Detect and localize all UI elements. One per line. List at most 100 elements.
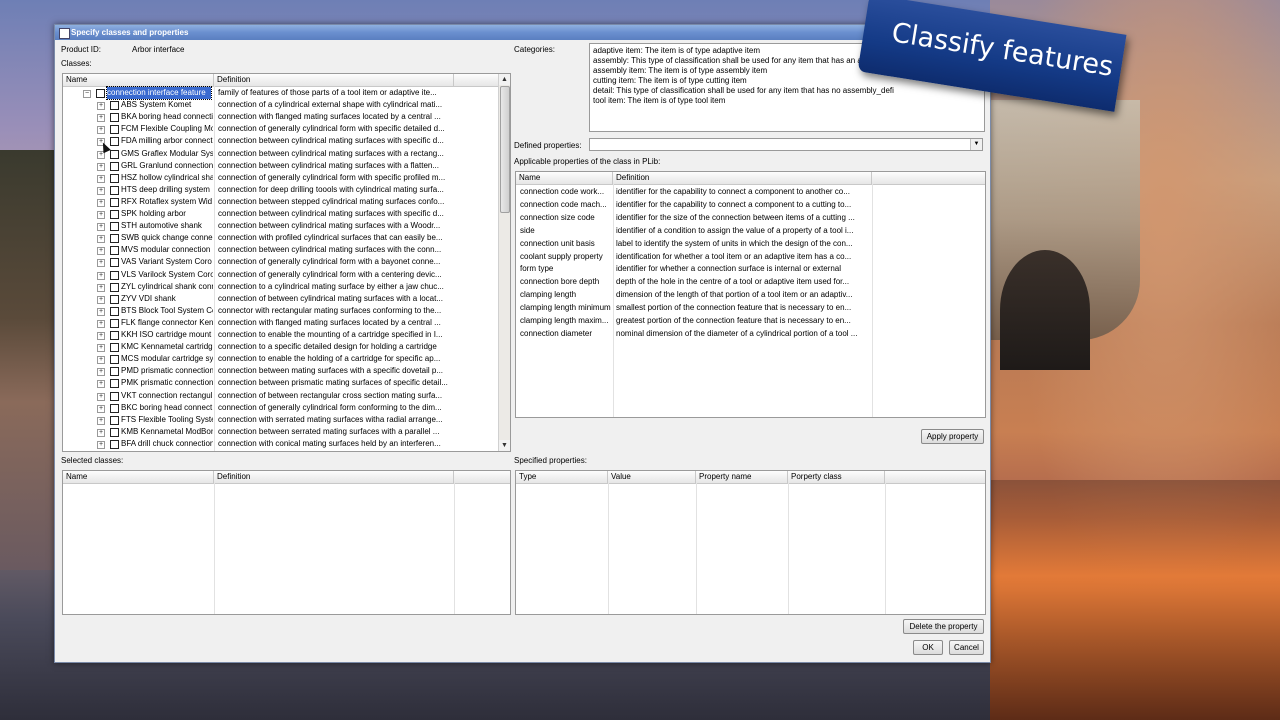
tree-row[interactable]: + HSZ hollow cylindrical sha connection of…	[63, 172, 501, 184]
tree-row[interactable]: + KKH ISO cartridge mount connection to en…	[63, 329, 501, 341]
class-checkbox[interactable]	[110, 331, 119, 340]
class-checkbox[interactable]	[110, 415, 119, 425]
expand-icon[interactable]: +	[97, 319, 105, 328]
tree-row[interactable]: + PMD prismatic connection connection betw…	[63, 365, 501, 377]
class-checkbox[interactable]	[110, 427, 119, 437]
expand-icon[interactable]: +	[97, 235, 105, 244]
class-checkbox[interactable]	[110, 197, 119, 207]
class-checkbox[interactable]	[96, 89, 105, 98]
property-row[interactable]: clamping length maxim... greatest portion…	[516, 314, 982, 327]
class-checkbox[interactable]	[110, 125, 119, 135]
expand-icon[interactable]: +	[97, 174, 105, 183]
expand-icon[interactable]: +	[97, 223, 105, 232]
tree-row[interactable]: + BFA drill chuck connection connection wi…	[63, 438, 501, 450]
property-row[interactable]: clamping length dimension of the length o…	[516, 288, 982, 301]
class-checkbox[interactable]	[110, 403, 119, 413]
tree-row[interactable]: + BKC boring head connect connection of ge…	[63, 402, 501, 414]
expand-icon[interactable]: +	[97, 416, 105, 425]
column-definition[interactable]: Definition	[613, 172, 872, 184]
tree-row[interactable]: + ZYV VDI shank connection of between cyli…	[63, 293, 501, 305]
tree-row[interactable]: + PMK prismatic connection connection betw…	[63, 377, 501, 389]
column-property-class[interactable]: Porperty class	[788, 471, 885, 483]
collapse-icon[interactable]: −	[83, 90, 91, 98]
column-name[interactable]: Name	[63, 74, 214, 86]
property-row[interactable]: connection code mach... identifier for th…	[516, 198, 982, 211]
column-definition[interactable]: Definition	[214, 471, 454, 483]
classes-scrollbar[interactable]: ▲ ▼	[498, 74, 510, 451]
expand-icon[interactable]: +	[97, 186, 105, 195]
class-checkbox[interactable]	[110, 343, 119, 353]
scroll-thumb[interactable]	[500, 86, 510, 213]
class-checkbox[interactable]	[110, 391, 119, 401]
scroll-down-icon[interactable]: ▼	[499, 440, 510, 451]
expand-icon[interactable]: +	[97, 247, 105, 256]
property-row[interactable]: connection unit basis label to identify t…	[516, 237, 982, 250]
class-checkbox[interactable]	[110, 246, 119, 256]
expand-icon[interactable]: +	[97, 332, 105, 340]
expand-icon[interactable]: +	[97, 283, 105, 292]
expand-icon[interactable]: +	[97, 344, 105, 353]
property-row[interactable]: side identifier of a condition to assign …	[516, 224, 982, 237]
expand-icon[interactable]: +	[97, 368, 105, 377]
class-checkbox[interactable]	[110, 234, 119, 244]
tree-row[interactable]: + FTS Flexible Tooling Syste connection wi…	[63, 414, 501, 426]
tree-row[interactable]: + VLS Varilock System Coro connection of g…	[63, 269, 501, 281]
expand-icon[interactable]: +	[97, 114, 105, 123]
column-name[interactable]: Name	[516, 172, 613, 184]
applicable-properties-grid[interactable]: Name Definition connection code work... i…	[515, 171, 986, 418]
property-row[interactable]: connection size code identifier for the s…	[516, 211, 982, 224]
tree-row[interactable]: + HTS deep drilling system connection for …	[63, 184, 501, 196]
column-value[interactable]: Value	[608, 471, 696, 483]
delete-property-button[interactable]: Delete the property	[903, 619, 984, 634]
expand-icon[interactable]: +	[97, 198, 105, 207]
expand-icon[interactable]: +	[97, 307, 105, 316]
tree-row[interactable]: + ABS System Komet connection of a cylindr…	[63, 99, 501, 111]
class-checkbox[interactable]	[110, 149, 119, 159]
property-row[interactable]: connection diameter nominal dimension of …	[516, 327, 982, 340]
tree-row[interactable]: + BKA boring head connecti connection with…	[63, 111, 501, 123]
expand-icon[interactable]: +	[97, 428, 105, 437]
class-checkbox[interactable]	[110, 222, 119, 232]
apply-property-button[interactable]: Apply property	[921, 429, 984, 444]
class-checkbox[interactable]	[110, 101, 119, 111]
expand-icon[interactable]: +	[97, 259, 105, 268]
tree-row[interactable]: + KMB Kennametal ModBore connection betwee…	[63, 426, 501, 438]
class-checkbox[interactable]	[110, 379, 119, 389]
tree-row[interactable]: + SWB quick change conne connection with p…	[63, 232, 501, 244]
tree-row[interactable]: + BTS Block Tool System Co connector with …	[63, 305, 501, 317]
tree-row[interactable]: + FDA milling arbor connect connection bet…	[63, 135, 501, 147]
ok-button[interactable]: OK	[913, 640, 943, 655]
defined-properties-select[interactable]: ▼	[589, 138, 983, 151]
tree-row[interactable]: + GRL Granlund connection connection betwe…	[63, 160, 501, 172]
class-checkbox[interactable]	[110, 282, 119, 292]
class-checkbox[interactable]	[110, 306, 119, 316]
property-row[interactable]: coolant supply property identification fo…	[516, 250, 982, 263]
class-checkbox[interactable]	[110, 439, 119, 449]
column-name[interactable]: Name	[63, 471, 214, 483]
class-checkbox[interactable]	[110, 318, 119, 328]
expand-icon[interactable]: +	[97, 126, 105, 135]
class-checkbox[interactable]	[110, 294, 119, 304]
expand-icon[interactable]: +	[97, 271, 105, 280]
column-definition[interactable]: Definition	[214, 74, 454, 86]
tree-row[interactable]: + STH automotive shank connection between …	[63, 220, 501, 232]
class-checkbox[interactable]	[110, 210, 119, 219]
tree-row[interactable]: + MVS modular connection connection betwee…	[63, 244, 501, 256]
class-checkbox[interactable]	[110, 270, 119, 280]
tree-row[interactable]: + VAS Variant System Coro connection of ge…	[63, 256, 501, 268]
tree-row[interactable]: + GMS Graflex Modular Sys connection betwe…	[63, 148, 501, 160]
expand-icon[interactable]: +	[97, 380, 105, 389]
tree-row[interactable]: + MCS modular cartridge sy connection to e…	[63, 353, 501, 365]
tree-row[interactable]: + FCM Flexible Coupling Mo connection of g…	[63, 123, 501, 135]
class-checkbox[interactable]	[110, 185, 119, 195]
specified-properties-grid[interactable]: Type Value Property name Porperty class	[515, 470, 986, 615]
expand-icon[interactable]: +	[97, 404, 105, 413]
title-bar[interactable]: Specify classes and properties	[55, 25, 990, 40]
expand-icon[interactable]: +	[97, 211, 105, 219]
property-row[interactable]: connection bore depth depth of the hole i…	[516, 275, 982, 288]
class-checkbox[interactable]	[110, 113, 119, 123]
class-checkbox[interactable]	[110, 173, 119, 183]
tree-root-row[interactable]: − connection interface feature family of f…	[63, 86, 501, 100]
classes-tree[interactable]: Name Definition − connection interface fe…	[62, 73, 511, 452]
expand-icon[interactable]: +	[97, 162, 105, 171]
